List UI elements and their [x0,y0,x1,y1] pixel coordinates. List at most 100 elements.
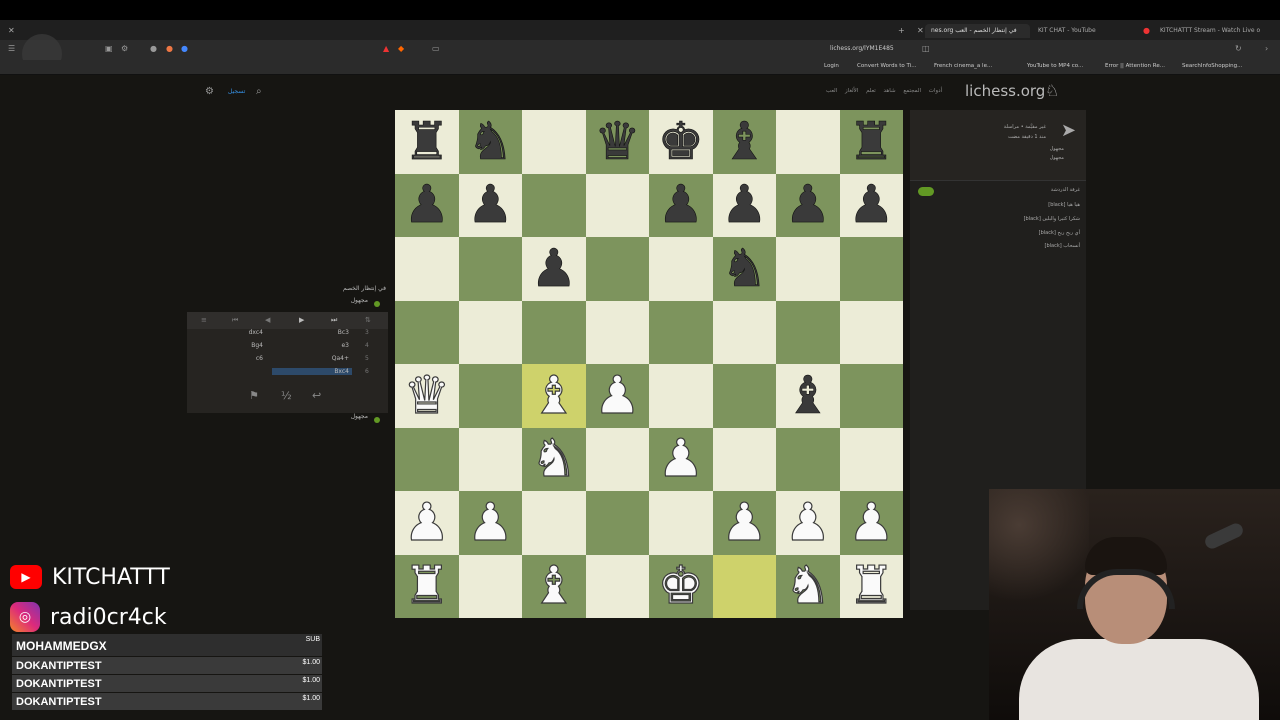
board-square[interactable] [585,173,649,237]
nav-watch[interactable]: شاهد [884,88,896,94]
board-square[interactable] [776,300,840,364]
board-square[interactable]: ♟ [649,173,713,237]
board-square[interactable]: ♜ [395,554,459,618]
black-pawn-icon[interactable]: ♟ [784,179,831,232]
board-square[interactable] [395,427,459,491]
bookmark-yt-mp4[interactable]: YouTube to MP4 co... [1027,63,1083,69]
board-square[interactable] [522,491,586,555]
board-square[interactable]: ♛ [395,364,459,428]
board-square[interactable]: ♝ [776,364,840,428]
black-bishop-icon[interactable]: ♝ [784,369,831,422]
nav-puzzles[interactable]: الألغاز [845,88,858,94]
board-square[interactable]: ♝ [522,364,586,428]
white-move[interactable]: e3 [272,342,352,349]
menu-icon[interactable]: ☰ [8,44,15,53]
board-square[interactable]: ♟ [522,237,586,301]
board-square[interactable]: ♞ [522,427,586,491]
board-square[interactable]: ♟ [776,491,840,555]
black-rook-icon[interactable]: ♜ [848,115,895,168]
last-move-icon[interactable]: ⏭ [331,316,337,325]
board-square[interactable] [712,364,776,428]
board-square[interactable] [776,427,840,491]
black-pawn-icon[interactable]: ♟ [721,179,768,232]
nav-tools[interactable]: أدوات [929,88,942,94]
takeback-icon[interactable]: ↩ [312,389,321,402]
board-square[interactable] [585,554,649,618]
white-queen-icon[interactable]: ♛ [403,369,451,422]
board-square[interactable]: ♟ [839,491,903,555]
board-square[interactable]: ♝ [712,110,776,174]
board-square[interactable]: ♛ [585,110,649,174]
white-pawn-icon[interactable]: ♟ [657,433,705,486]
next-move-icon[interactable]: ▶ [299,316,304,324]
board-square[interactable]: ♟ [458,173,522,237]
board-square[interactable] [776,110,840,174]
board-square[interactable] [649,237,713,301]
chess-board[interactable]: ♜ ♞ ♛ ♚ ♝ ♜ ♟ ♟ ♟ ♟ ♟ ♟ ♟ ♞ ♛ ♝ ♟ ♝ ♞ ♟ ♟ ♟ ♟ ♟ ♟ ♜ ♝ ♚ ♞ ♜ [395,110,903,618]
first-move-icon[interactable]: ⏮ [232,316,238,325]
login-link[interactable]: تسجيل [228,88,245,95]
board-square[interactable] [395,300,459,364]
lichess-knight-icon[interactable]: ♘ [1045,81,1059,100]
bottom-player[interactable]: مجهول [187,413,388,428]
bookmark-convert[interactable]: Convert Words to Ti... [857,63,916,69]
board-square[interactable]: ♟ [395,173,459,237]
white-move[interactable]: Bxc4 [272,368,352,375]
top-player[interactable]: مجهول [187,297,388,312]
board-square[interactable] [839,300,903,364]
tab-lichess[interactable]: nes.org في إنتظار الخصم - العب [925,24,1030,38]
extension-icon[interactable]: ● [150,44,157,53]
black-bishop-icon[interactable]: ♝ [721,115,768,168]
board-square[interactable] [649,491,713,555]
board-square[interactable] [458,554,522,618]
address-bar[interactable]: lichess.org/lYM1E485 [830,45,894,52]
black-pawn-icon[interactable]: ♟ [467,179,514,232]
tab-close-icon[interactable]: ✕ [917,24,924,38]
board-square[interactable]: ♟ [395,491,459,555]
nav-community[interactable]: المجتمع [903,88,921,94]
white-pawn-icon[interactable]: ♟ [784,496,832,549]
board-square[interactable]: ♞ [458,110,522,174]
board-square[interactable] [585,237,649,301]
black-knight-icon[interactable]: ♞ [721,242,768,295]
tab-kick[interactable]: KITCHATTT Stream - Watch Live on K [1160,24,1260,38]
board-square[interactable] [585,300,649,364]
board-square[interactable] [712,300,776,364]
white-move[interactable]: Bc3 [272,329,352,336]
black-knight-icon[interactable]: ♞ [467,115,514,168]
board-square[interactable] [585,491,649,555]
board-square[interactable] [585,427,649,491]
board-square[interactable]: ♟ [712,173,776,237]
board-square[interactable] [395,237,459,301]
extension-icon[interactable]: ● [166,44,173,53]
board-square[interactable] [839,427,903,491]
board-square[interactable] [458,427,522,491]
board-square[interactable] [458,237,522,301]
black-queen-icon[interactable]: ♛ [594,115,641,168]
board-square[interactable]: ♚ [649,554,713,618]
black-move[interactable]: c6 [197,355,267,362]
extension-icon[interactable]: ▣ [105,44,113,53]
board-square[interactable]: ♜ [395,110,459,174]
reload-icon[interactable]: ↻ [1235,44,1242,53]
white-pawn-icon[interactable]: ♟ [593,369,641,422]
bookmark-error[interactable]: Error || Attention Re... [1105,63,1165,69]
board-square[interactable]: ♟ [839,173,903,237]
chat-toggle[interactable] [918,187,934,196]
white-pawn-icon[interactable]: ♟ [466,496,514,549]
white-pawn-icon[interactable]: ♟ [847,496,895,549]
white-bishop-icon[interactable]: ♝ [530,369,578,422]
search-icon[interactable]: ⌕ [256,86,262,97]
board-square[interactable]: ♟ [585,364,649,428]
white-king-icon[interactable]: ♚ [657,560,705,613]
board-square[interactable]: ♝ [522,554,586,618]
black-king-icon[interactable]: ♚ [657,115,704,168]
flip-board-icon[interactable]: ⇅ [365,316,371,324]
board-square[interactable]: ♚ [649,110,713,174]
board-square[interactable] [458,300,522,364]
white-pawn-icon[interactable]: ♟ [720,496,768,549]
resign-flag-icon[interactable]: ⚑ [249,389,259,402]
board-square[interactable]: ♜ [839,110,903,174]
black-move[interactable]: Bg4 [197,342,267,349]
bookmark-login[interactable]: Login [824,63,839,69]
